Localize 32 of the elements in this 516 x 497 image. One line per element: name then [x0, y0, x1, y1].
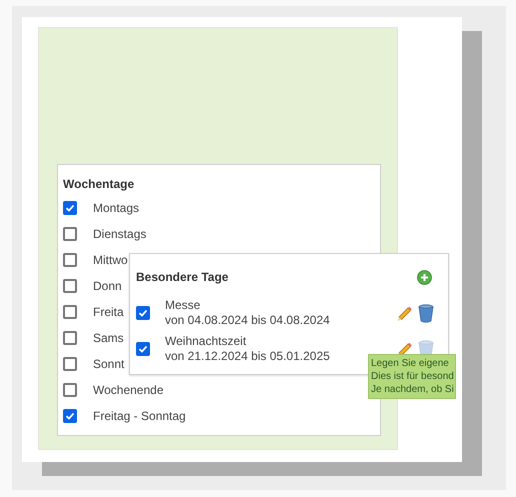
special-days-title: Besondere Tage: [136, 269, 228, 286]
weekday-label: Mittwo: [93, 252, 128, 269]
checkbox[interactable]: [63, 331, 77, 345]
checkbox[interactable]: [136, 306, 150, 320]
weekday-label: Wochenende: [93, 382, 164, 399]
tooltip-text: Je nachdem, ob Si: [371, 383, 454, 396]
checkbox[interactable]: [63, 383, 77, 397]
pencil-icon[interactable]: [396, 304, 413, 322]
weekday-label: Dienstags: [93, 226, 146, 243]
checkbox[interactable]: [63, 357, 77, 371]
checkbox[interactable]: [63, 409, 77, 423]
weekday-label: Freitag - Sonntag: [93, 408, 186, 425]
checkbox[interactable]: [63, 227, 77, 241]
weekday-label: Sams: [93, 330, 124, 347]
weekdays-title: Wochentage: [63, 176, 136, 191]
tooltip-text: Legen Sie eigene: [371, 357, 450, 370]
weekday-label: Montags: [93, 200, 140, 217]
checkbox[interactable]: [136, 342, 150, 356]
checkbox[interactable]: [63, 279, 77, 293]
checkbox[interactable]: [63, 201, 77, 215]
weekday-label: Donn: [93, 278, 122, 295]
weekday-label: Sonnt: [93, 356, 124, 373]
checkbox[interactable]: [63, 253, 77, 267]
special-day-name: Weihnachtszeit: [165, 334, 248, 349]
checkbox[interactable]: [63, 305, 77, 319]
special-day-name: Messe: [165, 298, 202, 313]
tooltip-text: Dies ist für besond: [371, 370, 454, 383]
add-icon[interactable]: [417, 270, 432, 284]
special-day-range: von 04.08.2024 bis 04.08.2024: [165, 313, 330, 328]
weekday-label: Freita: [93, 304, 124, 321]
trash-icon[interactable]: [418, 304, 434, 322]
special-day-range: von 21.12.2024 bis 05.01.2025: [165, 349, 330, 364]
